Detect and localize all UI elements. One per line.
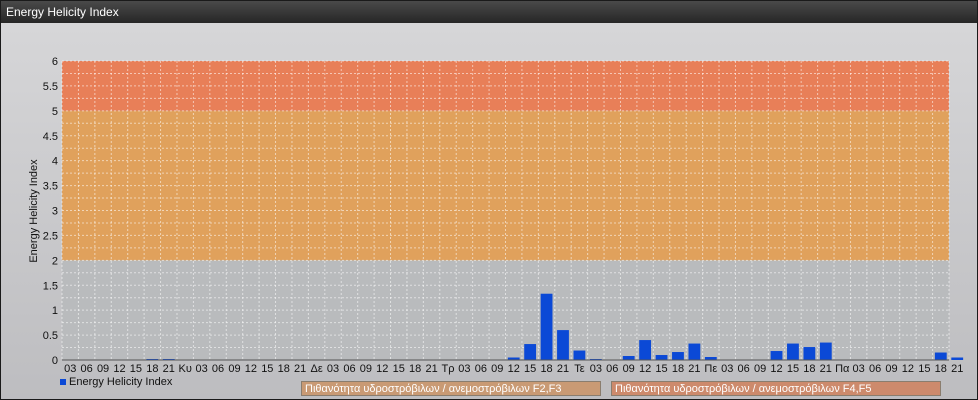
y-tick-label: 2 — [52, 255, 58, 267]
x-tick-label: 06 — [81, 363, 93, 375]
legend-band-f4-f5-label: Πιθανότητα υδροστρόβιλων / ανεμοστρόβιλω… — [615, 383, 872, 395]
x-tick-label: 15 — [655, 363, 667, 375]
bar[interactable] — [688, 343, 701, 360]
bar[interactable] — [655, 355, 668, 360]
energy-helicity-chart: 0 0.5 1 1.5 2 2.5 3 3.5 4 4.5 5 5.5 6 03 06 09 12 15 18 21 Κ… — [28, 56, 964, 375]
bar[interactable] — [934, 352, 947, 360]
x-tick-label: 21 — [163, 363, 175, 375]
x-tick-label: 09 — [360, 363, 372, 375]
x-tick-label: 03 — [327, 363, 339, 375]
x-tick-label: 06 — [475, 363, 487, 375]
y-tick-label: 0.5 — [43, 330, 58, 342]
bar[interactable] — [540, 293, 553, 360]
x-tick-label: 12 — [376, 363, 388, 375]
legend-band-f2-f3: Πιθανότητα υδροστρόβιλων / ανεμοστρόβιλω… — [301, 381, 601, 396]
x-tick-label: Κυ — [179, 363, 192, 375]
x-tick-label: 09 — [623, 363, 635, 375]
x-tick-label: 21 — [951, 363, 963, 375]
x-tick-label: 18 — [540, 363, 552, 375]
x-tick-label: 06 — [212, 363, 224, 375]
x-tick-label: 06 — [343, 363, 355, 375]
x-tick-label: 12 — [639, 363, 651, 375]
x-tick-label: 18 — [278, 363, 290, 375]
bar[interactable] — [787, 343, 799, 360]
bar[interactable] — [951, 357, 964, 360]
legend-band-f2-f3-label: Πιθανότητα υδροστρόβιλων / ανεμοστρόβιλω… — [305, 383, 562, 395]
x-tick-label: 18 — [935, 363, 947, 375]
y-tick-label: 3.5 — [43, 181, 58, 193]
x-tick-label: 03 — [458, 363, 470, 375]
x-tick-label: 21 — [688, 363, 700, 375]
x-tick-label: 03 — [195, 363, 207, 375]
x-tick-label: 15 — [130, 363, 142, 375]
legend-series-label: Energy Helicity Index — [69, 376, 173, 388]
y-tick-label: 2.5 — [43, 230, 58, 242]
legend-series[interactable]: Energy Helicity Index — [60, 376, 172, 390]
x-tick-label: 09 — [228, 363, 240, 375]
x-tick-label: 21 — [425, 363, 437, 375]
x-tick-label: 09 — [754, 363, 766, 375]
bar[interactable] — [672, 352, 684, 360]
x-tick-label: 03 — [590, 363, 602, 375]
x-tick-label: 15 — [261, 363, 273, 375]
x-tick-label: 06 — [869, 363, 881, 375]
x-tick-label: 12 — [902, 363, 914, 375]
y-tick-label: 0 — [52, 355, 58, 367]
y-tick-label: 1.5 — [43, 280, 58, 292]
x-tick-label: 21 — [820, 363, 832, 375]
y-tick-label: 6 — [52, 56, 58, 68]
bar[interactable] — [819, 342, 832, 360]
x-tick-label: 12 — [770, 363, 782, 375]
bar[interactable] — [524, 344, 537, 360]
x-tick-label: 03 — [853, 363, 865, 375]
y-tick-label: 3 — [52, 206, 58, 218]
x-tick-label: 12 — [113, 363, 125, 375]
bar[interactable] — [573, 350, 586, 360]
x-tick-label: 18 — [409, 363, 421, 375]
x-tick-label: Δε — [310, 363, 322, 375]
bar[interactable] — [622, 356, 635, 360]
bar[interactable] — [639, 340, 652, 360]
x-tick-label: Τε — [574, 363, 585, 375]
x-tick-label: 21 — [557, 363, 569, 375]
x-tick-label: 15 — [918, 363, 930, 375]
y-tick-label: 4 — [52, 156, 58, 168]
x-tick-label: Τρ — [442, 363, 455, 375]
x-tick-label: 06 — [606, 363, 618, 375]
x-tick-label: 15 — [524, 363, 536, 375]
x-tick-label: 12 — [245, 363, 257, 375]
bar[interactable] — [803, 347, 816, 360]
x-tick-label: 18 — [672, 363, 684, 375]
y-tick-label: 5.5 — [43, 81, 58, 93]
x-tick-label: Πε — [704, 363, 717, 375]
x-tick-label: 09 — [491, 363, 503, 375]
bar[interactable] — [557, 330, 569, 360]
y-tick-label: 5 — [52, 106, 58, 118]
x-tick-label: 15 — [393, 363, 405, 375]
y-axis-label: Energy Helicity Index — [28, 159, 40, 263]
x-tick-label: Πα — [835, 363, 850, 375]
legend-swatch — [60, 379, 66, 386]
y-tick-label: 4.5 — [43, 131, 58, 143]
x-tick-label: 09 — [885, 363, 897, 375]
x-tick-label: 21 — [294, 363, 306, 375]
bar[interactable] — [770, 351, 783, 360]
x-tick-label: 18 — [146, 363, 158, 375]
x-tick-label: 15 — [787, 363, 799, 375]
legend-band-f4-f5: Πιθανότητα υδροστρόβιλων / ανεμοστρόβιλω… — [611, 381, 941, 396]
chart-window: Energy Helicity Index 0 0.5 1 1.5 2 2.5 3 3.5 4 4… — [0, 0, 978, 400]
x-tick-label: 03 — [64, 363, 76, 375]
x-tick-label: 12 — [508, 363, 520, 375]
y-tick-label: 1 — [52, 305, 58, 317]
x-tick-label: 18 — [803, 363, 815, 375]
x-tick-label: 06 — [738, 363, 750, 375]
x-tick-label: 09 — [97, 363, 109, 375]
x-tick-label: 03 — [721, 363, 733, 375]
